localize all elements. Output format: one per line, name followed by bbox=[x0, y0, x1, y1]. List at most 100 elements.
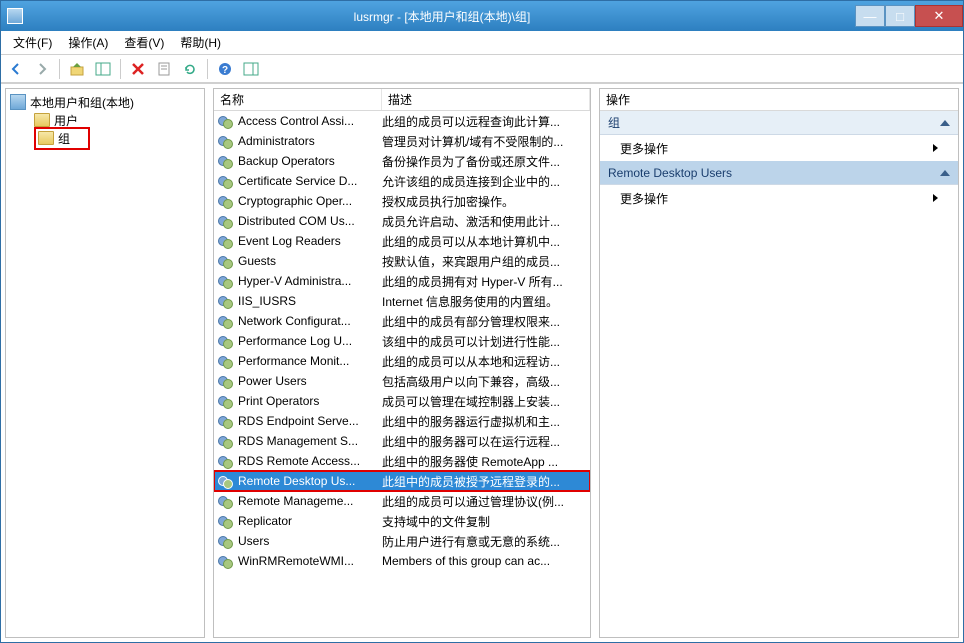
group-icon bbox=[218, 113, 234, 129]
list-row[interactable]: IIS_IUSRSInternet 信息服务使用的内置组。 bbox=[214, 291, 590, 311]
maximize-button[interactable]: □ bbox=[885, 5, 915, 27]
list-row[interactable]: Guests按默认值，来宾跟用户组的成员... bbox=[214, 251, 590, 271]
list-row[interactable]: Performance Monit...此组的成员可以从本地和远程访... bbox=[214, 351, 590, 371]
menu-help[interactable]: 帮助(H) bbox=[172, 32, 229, 53]
row-desc: 按默认值，来宾跟用户组的成员... bbox=[382, 253, 586, 270]
group-icon bbox=[218, 493, 234, 509]
delete-button[interactable] bbox=[127, 58, 149, 80]
list-row[interactable]: Cryptographic Oper...授权成员执行加密操作。 bbox=[214, 191, 590, 211]
row-name: WinRMRemoteWMI... bbox=[238, 554, 382, 568]
row-desc: 成员可以管理在域控制器上安装... bbox=[382, 393, 586, 410]
list-row[interactable]: Event Log Readers此组的成员可以从本地计算机中... bbox=[214, 231, 590, 251]
nav-tree: 本地用户和组(本地) 用户 组 bbox=[6, 89, 204, 151]
tree-panel: 本地用户和组(本地) 用户 组 bbox=[5, 88, 205, 638]
list-row[interactable]: Network Configurat...此组中的成员有部分管理权限来... bbox=[214, 311, 590, 331]
row-name: Performance Monit... bbox=[238, 354, 382, 368]
group-icon bbox=[218, 473, 234, 489]
up-level-button[interactable] bbox=[66, 58, 88, 80]
actions-header-label: 操作 bbox=[606, 91, 630, 108]
window-title: lusrmgr - [本地用户和组(本地)\组] bbox=[29, 8, 855, 25]
group-icon bbox=[218, 353, 234, 369]
group-icon bbox=[218, 513, 234, 529]
submenu-icon bbox=[933, 144, 938, 152]
list-row[interactable]: Users防止用户进行有意或无意的系统... bbox=[214, 531, 590, 551]
row-desc: 该组中的成员可以计划进行性能... bbox=[382, 333, 586, 350]
show-hide-tree-button[interactable] bbox=[92, 58, 114, 80]
titlebar: lusrmgr - [本地用户和组(本地)\组] — □ ✕ bbox=[1, 1, 963, 31]
menu-file[interactable]: 文件(F) bbox=[5, 32, 60, 53]
separator bbox=[207, 59, 208, 79]
row-name: Remote Desktop Us... bbox=[238, 474, 382, 488]
list-row[interactable]: Backup Operators备份操作员为了备份或还原文件... bbox=[214, 151, 590, 171]
group-icon bbox=[218, 133, 234, 149]
group-icon bbox=[218, 153, 234, 169]
row-name: Power Users bbox=[238, 374, 382, 388]
menubar: 文件(F) 操作(A) 查看(V) 帮助(H) bbox=[1, 31, 963, 55]
list-row[interactable]: Replicator支持域中的文件复制 bbox=[214, 511, 590, 531]
list-row[interactable]: RDS Remote Access...此组中的服务器使 RemoteApp .… bbox=[214, 451, 590, 471]
col-name[interactable]: 名称 bbox=[214, 89, 382, 110]
row-desc: 此组的成员可以通过管理协议(例... bbox=[382, 493, 586, 510]
group-icon bbox=[218, 533, 234, 549]
row-name: Guests bbox=[238, 254, 382, 268]
actions-more-1[interactable]: 更多操作 bbox=[600, 135, 958, 161]
row-name: Certificate Service D... bbox=[238, 174, 382, 188]
list-row[interactable]: Performance Log U...该组中的成员可以计划进行性能... bbox=[214, 331, 590, 351]
collapse-icon bbox=[940, 120, 950, 126]
row-name: Remote Manageme... bbox=[238, 494, 382, 508]
separator bbox=[59, 59, 60, 79]
tree-groups-label: 组 bbox=[58, 130, 70, 147]
actions-section-selected[interactable]: Remote Desktop Users bbox=[600, 161, 958, 185]
list-row[interactable]: Remote Desktop Us...此组中的成员被授予远程登录的... bbox=[214, 471, 590, 491]
forward-button[interactable] bbox=[31, 58, 53, 80]
tree-node-groups[interactable]: 组 bbox=[10, 129, 200, 147]
app-icon bbox=[7, 8, 23, 24]
row-name: Backup Operators bbox=[238, 154, 382, 168]
row-name: Performance Log U... bbox=[238, 334, 382, 348]
group-icon bbox=[218, 333, 234, 349]
refresh-button[interactable] bbox=[179, 58, 201, 80]
actions-more-label: 更多操作 bbox=[620, 140, 668, 157]
list-row[interactable]: Distributed COM Us...成员允许启动、激活和使用此计... bbox=[214, 211, 590, 231]
row-name: Distributed COM Us... bbox=[238, 214, 382, 228]
menu-view[interactable]: 查看(V) bbox=[116, 32, 172, 53]
tree-root[interactable]: 本地用户和组(本地) bbox=[10, 93, 200, 111]
row-name: Event Log Readers bbox=[238, 234, 382, 248]
row-name: Hyper-V Administra... bbox=[238, 274, 382, 288]
row-desc: 授权成员执行加密操作。 bbox=[382, 193, 586, 210]
col-desc[interactable]: 描述 bbox=[382, 89, 590, 110]
actions-header: 操作 bbox=[600, 89, 958, 111]
row-desc: 此组的成员可以从本地和远程访... bbox=[382, 353, 586, 370]
minimize-button[interactable]: — bbox=[855, 5, 885, 27]
list-row[interactable]: Hyper-V Administra...此组的成员拥有对 Hyper-V 所有… bbox=[214, 271, 590, 291]
list-row[interactable]: RDS Management S...此组中的服务器可以在运行远程... bbox=[214, 431, 590, 451]
folder-icon bbox=[38, 131, 54, 145]
actions-section-groups[interactable]: 组 bbox=[600, 111, 958, 135]
list-row[interactable]: Administrators管理员对计算机/域有不受限制的... bbox=[214, 131, 590, 151]
close-button[interactable]: ✕ bbox=[915, 5, 963, 27]
menu-action[interactable]: 操作(A) bbox=[60, 32, 116, 53]
row-desc: 此组中的成员被授予远程登录的... bbox=[382, 473, 586, 490]
row-desc: 此组的成员可以从本地计算机中... bbox=[382, 233, 586, 250]
properties-button[interactable] bbox=[153, 58, 175, 80]
actions-more-2[interactable]: 更多操作 bbox=[600, 185, 958, 211]
list-row[interactable]: RDS Endpoint Serve...此组中的服务器运行虚拟机和主... bbox=[214, 411, 590, 431]
row-desc: 此组的成员可以远程查询此计算... bbox=[382, 113, 586, 130]
list-row[interactable]: Power Users包括高级用户以向下兼容，高级... bbox=[214, 371, 590, 391]
list-panel: 名称 描述 Access Control Assi...此组的成员可以远程查询此… bbox=[213, 88, 591, 638]
list-row[interactable]: WinRMRemoteWMI...Members of this group c… bbox=[214, 551, 590, 571]
list-row[interactable]: Print Operators成员可以管理在域控制器上安装... bbox=[214, 391, 590, 411]
back-button[interactable] bbox=[5, 58, 27, 80]
help-button[interactable]: ? bbox=[214, 58, 236, 80]
toolbar: ? bbox=[1, 55, 963, 83]
group-icon bbox=[218, 173, 234, 189]
row-name: RDS Management S... bbox=[238, 434, 382, 448]
row-name: Administrators bbox=[238, 134, 382, 148]
list-row[interactable]: Remote Manageme...此组的成员可以通过管理协议(例... bbox=[214, 491, 590, 511]
highlight-box: 组 bbox=[34, 127, 90, 150]
action-pane-button[interactable] bbox=[240, 58, 262, 80]
list-row[interactable]: Access Control Assi...此组的成员可以远程查询此计算... bbox=[214, 111, 590, 131]
group-icon bbox=[218, 553, 234, 569]
group-icon bbox=[218, 313, 234, 329]
list-row[interactable]: Certificate Service D...允许该组的成员连接到企业中的..… bbox=[214, 171, 590, 191]
